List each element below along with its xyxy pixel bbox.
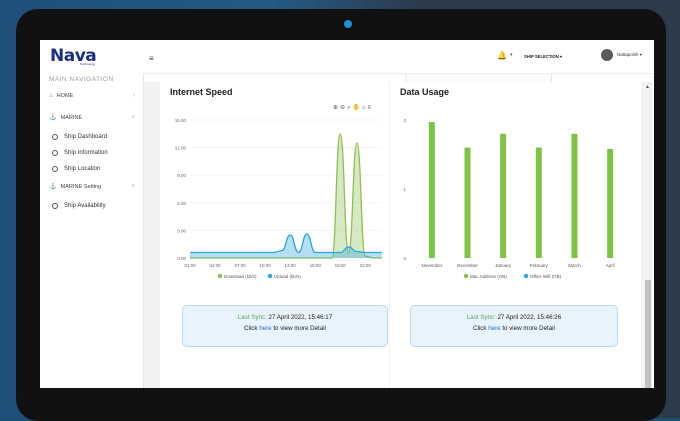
scroll-up-icon[interactable]: ▲	[645, 84, 650, 90]
data-usage-chart: 0 1 2 November December January February March A…	[403, 118, 615, 279]
bar[interactable]	[571, 133, 578, 258]
legend-label[interactable]: Download (kb/s)	[224, 274, 257, 279]
sidebar-item-label: Ship Location	[64, 166, 101, 172]
sync-label: Last Sync:	[237, 314, 267, 321]
ship-icon: ⚓	[49, 115, 57, 121]
y-tick-label: 6.00	[177, 201, 186, 206]
y-tick-label: 3.00	[177, 228, 186, 233]
click-text: Click	[473, 325, 487, 332]
camera-dot	[344, 20, 352, 28]
user-menu[interactable]: Nattapolsh ▾	[617, 52, 642, 58]
caret-down-icon[interactable]: ▾	[510, 52, 513, 58]
sync-time: 27 April 2022, 15:46:26	[497, 314, 562, 321]
legend-marker	[463, 273, 469, 279]
sync-label: Last Sync:	[466, 314, 496, 321]
app-screen: Nava Technology MAIN NAVIGATION ⌂ HOME ›…	[40, 40, 654, 388]
y-tick-label: 2	[403, 118, 406, 123]
detail-link[interactable]: here	[488, 325, 500, 332]
chevron-down-icon: ˅	[131, 114, 135, 121]
legend-label[interactable]: Mac Address (GB)	[470, 274, 507, 279]
x-tick-label: December	[457, 263, 478, 268]
y-tick-label: 1	[403, 187, 406, 192]
bar[interactable]	[428, 122, 435, 258]
x-tick-label: 13:00	[285, 263, 297, 268]
internet-speed-sync-box: Last Sync: 27 April 2022, 15:46:17 Click…	[182, 305, 388, 347]
sidebar: Nava Technology MAIN NAVIGATION ⌂ HOME ›…	[40, 40, 144, 388]
ship-settings-icon: ⚓	[49, 184, 57, 190]
username: Nattapolsh	[617, 52, 639, 57]
y-tick-label: 0	[403, 256, 406, 261]
sidebar-item-ship-dashboard[interactable]: Ship Dashboard	[52, 134, 107, 140]
sidebar-item-label: MARINE Setting	[60, 183, 102, 190]
sidebar-item-label: Ship Availability	[64, 203, 106, 209]
data-usage-sync-box: Last Sync: 27 April 2022, 15:46:26 Click…	[410, 305, 618, 347]
scroll-thumb[interactable]	[645, 280, 651, 388]
y-tick-label: 15.00	[175, 118, 187, 123]
detail-link[interactable]: here	[259, 325, 271, 332]
sync-time: 27 April 2022, 15:46:17	[268, 314, 333, 321]
x-tick-label: February	[530, 263, 549, 268]
avatar[interactable]	[601, 49, 613, 61]
home-icon: ⌂	[49, 93, 53, 99]
x-tick-label: January	[495, 263, 512, 268]
click-text: Click	[244, 325, 258, 332]
y-tick-label: 12.00	[175, 146, 187, 151]
ship-selection-dropdown[interactable]: SHIP SELECTION ▾	[524, 54, 562, 59]
sidebar-item-label: Ship Information	[64, 150, 108, 156]
sidebar-item-ship-location[interactable]: Ship Location	[52, 166, 100, 172]
bar[interactable]	[607, 148, 614, 258]
circle-icon	[52, 203, 58, 209]
detail-text: to view more Detail	[502, 325, 555, 332]
scrollbar[interactable]: ▲	[644, 82, 652, 388]
internet-speed-chart: 0.00 3.00 6.00 9.00 12.00 15.00 01:00 04:00 07:0…	[175, 118, 382, 279]
legend-label[interactable]: Office Wifi (GB)	[530, 274, 562, 279]
sidebar-item-ship-availability[interactable]: Ship Availability	[52, 203, 106, 209]
chevron-right-icon: ›	[133, 93, 135, 99]
y-tick-label: 0.00	[177, 256, 186, 261]
sidebar-item-ship-information[interactable]: Ship Information	[52, 150, 108, 156]
x-tick-label: November	[421, 263, 442, 268]
legend-label[interactable]: Upload (kb/s)	[274, 274, 301, 279]
menu-toggle-icon[interactable]: ≡	[149, 54, 154, 63]
nav-header: MAIN NAVIGATION	[49, 76, 114, 83]
sidebar-item-label: Ship Dashboard	[64, 134, 108, 140]
x-tick-label: March	[568, 263, 581, 268]
ship-selection-label: SHIP SELECTION	[524, 54, 559, 59]
x-tick-label: 16:00	[310, 263, 322, 268]
sidebar-item-label: MARINE	[60, 114, 83, 121]
circle-icon	[52, 150, 58, 156]
y-tick-label: 9.00	[177, 173, 186, 178]
legend-marker	[523, 273, 529, 279]
legend-marker	[267, 273, 273, 279]
chevron-down-icon: ˅	[131, 183, 135, 190]
bell-icon[interactable]: 🔔	[497, 51, 507, 60]
detail-text: to view more Detail	[273, 325, 326, 332]
x-tick-label: 07:00	[234, 263, 246, 268]
sidebar-item-marine[interactable]: ⚓ MARINE ˅	[49, 114, 135, 122]
x-tick-label: 22:00	[360, 263, 372, 268]
circle-icon	[52, 134, 58, 140]
x-tick-label: April	[606, 263, 615, 268]
data-usage-card: Data Usage 0 1 2 November December January Feb…	[390, 82, 641, 388]
top-bar: ≡ 🔔 ▾ SHIP SELECTION ▾ Nattapolsh ▾	[143, 40, 654, 74]
dashboard-content: Internet Speed ⊕⊖⌕✋⌂≡ 0.00 3.00 6.00 9.00 12…	[144, 82, 644, 388]
legend-marker	[217, 273, 223, 279]
x-tick-label: 04:00	[209, 263, 221, 268]
bar[interactable]	[535, 147, 542, 258]
x-tick-label: 10:00	[259, 263, 271, 268]
bar[interactable]	[500, 133, 507, 258]
sidebar-item-label: HOME	[56, 93, 74, 99]
logo-subtitle: Technology	[80, 62, 96, 66]
bar[interactable]	[464, 147, 471, 258]
internet-speed-card: Internet Speed ⊕⊖⌕✋⌂≡ 0.00 3.00 6.00 9.00 12…	[160, 82, 389, 388]
sidebar-item-home[interactable]: ⌂ HOME ›	[49, 93, 135, 99]
x-tick-label: 19:00	[335, 263, 347, 268]
circle-icon	[52, 166, 58, 172]
x-tick-label: 01:00	[184, 263, 196, 268]
sidebar-item-marine-setting[interactable]: ⚓ MARINE Setting ˅	[49, 183, 135, 191]
